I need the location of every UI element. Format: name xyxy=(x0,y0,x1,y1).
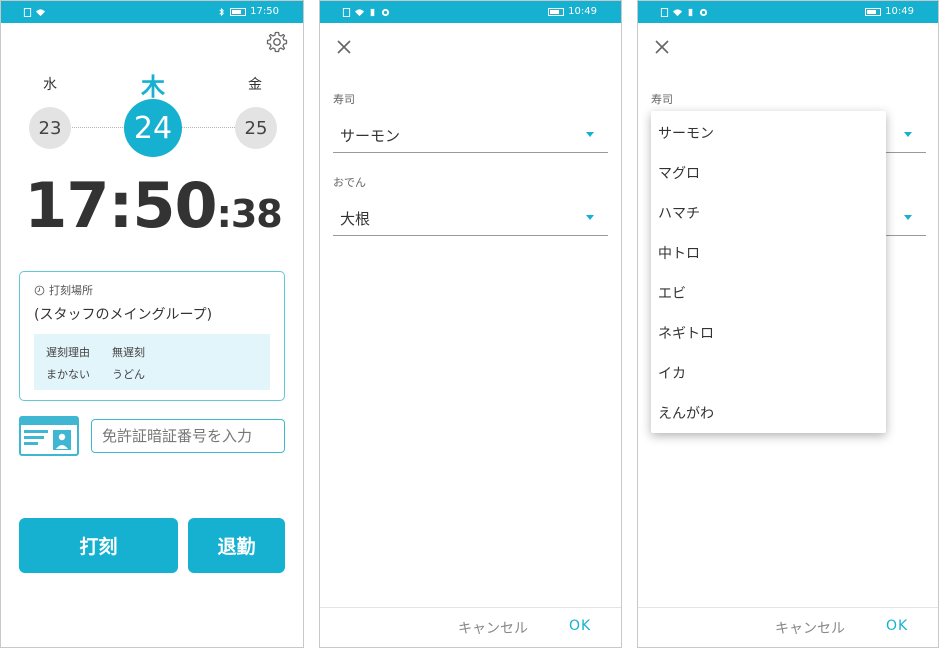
option-item[interactable]: ネギトロ xyxy=(658,323,714,343)
dropdown-caret-icon xyxy=(586,215,594,220)
battery-saver-icon xyxy=(688,8,693,16)
close-icon[interactable] xyxy=(334,37,354,57)
dropdown-caret-icon xyxy=(904,215,912,220)
phone-screen-dialog: 10:49 寿司 サーモン おでん 大根 キャンセル OK xyxy=(319,0,622,648)
dropdown-caret-icon xyxy=(904,132,912,137)
attendance-info: 遅刻理由 無遅刻 まかない うどん xyxy=(34,334,270,390)
battery-saver-icon xyxy=(370,8,375,16)
phone-screen-clock: 17:50 水 木 金 23 24 25 17:50:38 打刻場所 (スタッフ… xyxy=(0,0,304,648)
phone-screen-dropdown: 10:49 寿司 サーモン マグロ ハマチ 中トロ エビ ネギトロ イカ えんが… xyxy=(637,0,939,648)
clock-icon xyxy=(34,285,45,295)
field-label-sushi: 寿司 xyxy=(333,93,355,106)
wifi-icon xyxy=(673,8,682,16)
status-time: 10:49 xyxy=(568,6,597,17)
day-next[interactable]: 25 xyxy=(235,107,277,149)
notification-icon xyxy=(699,8,708,16)
option-item[interactable]: 中トロ xyxy=(658,243,700,263)
notification-icon xyxy=(381,8,390,16)
footer-divider xyxy=(638,607,938,608)
ok-button[interactable]: OK xyxy=(569,618,591,634)
info-value: うどん xyxy=(112,368,145,381)
status-bar: 10:49 xyxy=(638,1,938,23)
info-key: 遅刻理由 xyxy=(46,346,90,359)
gear-icon[interactable] xyxy=(265,30,289,54)
status-time: 10:49 xyxy=(885,6,914,17)
option-item[interactable]: マグロ xyxy=(658,163,700,183)
close-icon[interactable] xyxy=(652,37,672,57)
time-hours-minutes: 17:50 xyxy=(24,169,217,242)
wifi-icon xyxy=(36,8,45,16)
dropdown-caret-icon xyxy=(586,132,594,137)
day-of-week-prev: 水 xyxy=(43,77,57,93)
select-value: 大根 xyxy=(340,210,371,228)
battery-icon xyxy=(230,8,247,16)
select-value: サーモン xyxy=(340,127,401,145)
day-current[interactable]: 24 xyxy=(124,99,182,157)
option-item[interactable]: サーモン xyxy=(658,123,714,143)
field-label-oden: おでん xyxy=(333,176,366,189)
battery-icon xyxy=(865,8,882,16)
stamp-button[interactable]: 打刻 xyxy=(19,518,178,573)
battery-icon xyxy=(548,8,565,16)
bluetooth-icon xyxy=(219,7,225,16)
license-pin-input[interactable]: 免許証暗証番号を入力 xyxy=(91,419,285,453)
wifi-icon xyxy=(355,8,364,16)
stamp-location-label: 打刻場所 xyxy=(49,284,93,297)
current-time: 17:50:38 xyxy=(1,169,303,242)
sim-icon xyxy=(660,7,669,17)
info-row-meal: まかない うどん xyxy=(46,366,145,382)
sushi-options-menu: サーモン マグロ ハマチ 中トロ エビ ネギトロ イカ えんがわ xyxy=(651,111,886,433)
stamp-location-card[interactable]: 打刻場所 (スタッフのメイングループ) 遅刻理由 無遅刻 まかない うどん xyxy=(19,271,285,401)
option-item[interactable]: えんがわ xyxy=(658,403,714,423)
stamp-location-name: (スタッフのメイングループ) xyxy=(34,307,213,323)
day-prev[interactable]: 23 xyxy=(29,107,71,149)
day-of-week-current: 木 xyxy=(141,73,165,101)
id-card-icon xyxy=(19,416,79,456)
info-row-late-reason: 遅刻理由 無遅刻 xyxy=(46,344,145,360)
status-time: 17:50 xyxy=(250,6,279,17)
status-bar: 10:49 xyxy=(320,1,621,23)
option-item[interactable]: ハマチ xyxy=(658,203,700,223)
time-seconds: :38 xyxy=(216,192,283,236)
footer-divider xyxy=(320,607,621,608)
field-label-sushi: 寿司 xyxy=(651,93,673,106)
select-sushi[interactable]: サーモン xyxy=(333,117,608,153)
option-item[interactable]: エビ xyxy=(658,283,686,303)
sim-icon xyxy=(23,7,32,17)
select-oden[interactable]: 大根 xyxy=(333,200,608,236)
info-key: まかない xyxy=(46,368,90,381)
day-of-week-next: 金 xyxy=(248,77,262,93)
ok-button[interactable]: OK xyxy=(886,618,908,634)
cancel-button[interactable]: キャンセル xyxy=(775,618,845,638)
leave-work-button[interactable]: 退勤 xyxy=(188,518,285,573)
sim-icon xyxy=(342,7,351,17)
info-value: 無遅刻 xyxy=(112,346,145,359)
cancel-button[interactable]: キャンセル xyxy=(458,618,528,638)
option-item[interactable]: イカ xyxy=(658,363,686,383)
status-bar: 17:50 xyxy=(1,1,303,23)
